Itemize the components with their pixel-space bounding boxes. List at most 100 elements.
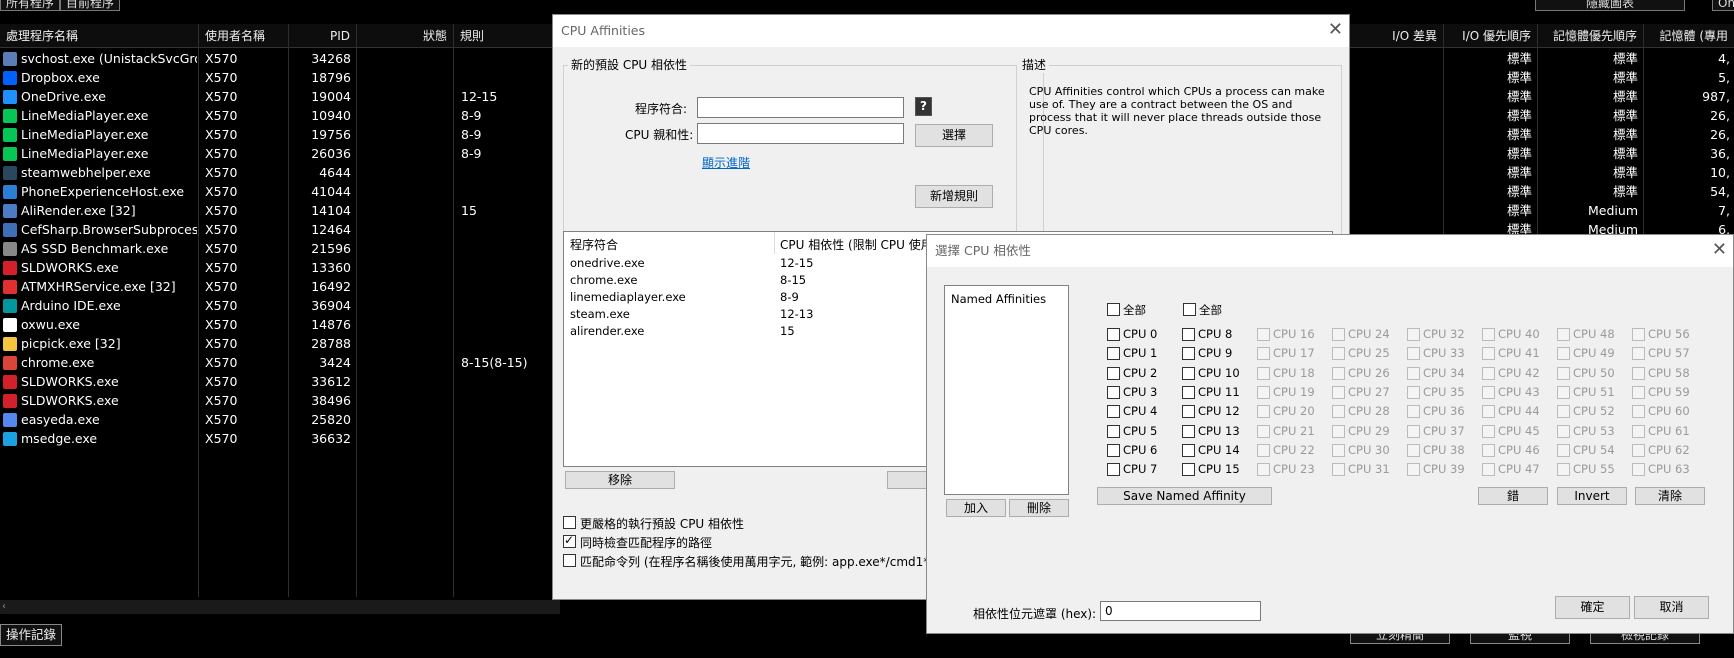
- hide-graph-button[interactable]: 隱藏圖表: [1535, 0, 1685, 11]
- help-icon[interactable]: ?: [915, 97, 932, 116]
- pid-cell: 28788: [311, 336, 351, 351]
- cpu-checkbox[interactable]: [1107, 463, 1120, 477]
- list-item-process[interactable]: onedrive.exe: [570, 256, 645, 270]
- add-rule-button[interactable]: 新增規則: [915, 185, 993, 208]
- strict-default-affinity-checkbox[interactable]: [563, 516, 576, 529]
- cpu-checkbox[interactable]: [1107, 405, 1120, 419]
- scroll-left-icon[interactable]: ‹: [2, 601, 6, 612]
- cpu-checkbox[interactable]: [1107, 328, 1120, 341]
- cpu-checkbox[interactable]: [1182, 463, 1195, 477]
- pid-cell: 14104: [311, 203, 351, 218]
- cpu-checkbox[interactable]: [1107, 385, 1120, 399]
- clear-button[interactable]: 清除: [1635, 487, 1705, 505]
- col-memory-priority[interactable]: 記憶體優先順序: [1538, 24, 1644, 48]
- col-memory-private[interactable]: 記憶體 (專用: [1644, 24, 1734, 48]
- cpu-label: CPU 48: [1573, 327, 1615, 341]
- user-name-cell: X570: [205, 279, 238, 294]
- col-user-name[interactable]: 使用者名稱: [199, 24, 289, 48]
- user-name-cell: X570: [205, 108, 238, 123]
- cpu-checkbox[interactable]: [1182, 424, 1195, 438]
- cpu-checkbox: [1557, 366, 1570, 380]
- col-pid[interactable]: PID: [289, 24, 357, 48]
- ok-button[interactable]: 確定: [1555, 596, 1630, 619]
- close-icon[interactable]: ✕: [1328, 15, 1343, 47]
- cpu-checkbox: [1482, 405, 1495, 419]
- select-all-checkbox-2[interactable]: [1183, 303, 1196, 316]
- dialog-title: 選擇 CPU 相依性: [927, 235, 1733, 267]
- top-right-button[interactable]: One: [1712, 0, 1734, 11]
- tab-all-processes[interactable]: 所有程序: [0, 0, 61, 11]
- cpu-checkbox[interactable]: [1182, 385, 1195, 399]
- remove-button[interactable]: 移除: [565, 471, 675, 489]
- process-name-cell: svchost.exe (UnistackSvcGrou...: [21, 51, 197, 66]
- cpu-checkbox[interactable]: [1182, 443, 1195, 457]
- cpu-label: CPU 11: [1198, 384, 1240, 399]
- cancel-button[interactable]: 取消: [1634, 596, 1709, 619]
- list-item-affinity[interactable]: 8-9: [780, 290, 799, 304]
- cpu-affinity-input[interactable]: [697, 123, 904, 144]
- not-button[interactable]: 錯: [1478, 487, 1548, 505]
- select-button[interactable]: 選擇: [915, 124, 993, 147]
- list-header-affinity[interactable]: CPU 相依性 (限制 CPU 使用): [780, 236, 937, 253]
- user-name-cell: X570: [205, 336, 238, 351]
- pid-cell: 21596: [311, 241, 351, 256]
- process-icon: [3, 128, 17, 142]
- cpu-checkbox: [1632, 405, 1645, 419]
- rule-cell: [461, 315, 551, 334]
- cpu-checkbox[interactable]: [1182, 366, 1195, 380]
- save-named-affinity-button[interactable]: Save Named Affinity: [1097, 487, 1272, 505]
- col-status[interactable]: 狀態: [357, 24, 454, 48]
- cpu-label: CPU 23: [1273, 462, 1315, 477]
- process-match-input[interactable]: [697, 97, 904, 118]
- cpu-label: CPU 21: [1273, 423, 1315, 438]
- cpu-checkbox[interactable]: [1107, 443, 1120, 457]
- list-item-affinity[interactable]: 12-13: [780, 307, 813, 321]
- cpu-checkbox[interactable]: [1107, 424, 1120, 438]
- list-item-process[interactable]: alirender.exe: [570, 324, 644, 338]
- tab-current-processes[interactable]: 目前程序: [60, 0, 121, 11]
- show-advanced-link[interactable]: 顯示進階: [702, 154, 750, 171]
- affinity-mask-input[interactable]: 0: [1100, 601, 1261, 621]
- col-process-name[interactable]: 處理程序名稱: [0, 24, 199, 48]
- list-header-divider: [774, 232, 775, 254]
- list-item-process[interactable]: chrome.exe: [570, 273, 637, 287]
- process-name-cell: LineMediaPlayer.exe: [21, 146, 149, 161]
- invert-button[interactable]: Invert: [1557, 487, 1627, 505]
- cpu-label: CPU 9: [1198, 346, 1233, 361]
- match-cmdline-checkbox[interactable]: [563, 554, 576, 567]
- horizontal-scrollbar[interactable]: ‹: [0, 600, 560, 614]
- cpu-checkbox[interactable]: [1182, 328, 1195, 341]
- named-affinities-list[interactable]: Named Affinities: [944, 285, 1069, 495]
- list-item-affinity[interactable]: 15: [780, 324, 795, 338]
- cpu-label: CPU 7: [1123, 462, 1158, 477]
- list-item-affinity[interactable]: 8-15: [780, 273, 806, 287]
- cpu-checkbox[interactable]: [1107, 366, 1120, 380]
- add-named-button[interactable]: 加入: [946, 499, 1006, 517]
- list-header-process[interactable]: 程序符合: [570, 236, 618, 253]
- list-item-process[interactable]: steam.exe: [570, 307, 630, 321]
- rule-cell: [461, 410, 551, 429]
- cpu-checkbox[interactable]: [1182, 405, 1195, 419]
- close-icon[interactable]: ✕: [1712, 235, 1727, 267]
- memory-private-cell: 10,: [1710, 165, 1730, 180]
- memory-priority-cell: 標準: [1612, 51, 1638, 66]
- check-path-checkbox[interactable]: [563, 533, 576, 548]
- select-all-checkbox-1[interactable]: [1107, 303, 1120, 316]
- select-all-label-2: 全部: [1199, 303, 1222, 317]
- delete-named-button[interactable]: 刪除: [1009, 499, 1069, 517]
- cpu-checkbox[interactable]: [1182, 347, 1195, 361]
- col-io-priority[interactable]: I/O 優先順序: [1444, 24, 1538, 48]
- cpu-checkbox: [1407, 328, 1420, 341]
- list-item-affinity[interactable]: 12-15: [780, 256, 813, 270]
- col-rule[interactable]: 規則: [454, 24, 554, 48]
- process-name-cell: Arduino IDE.exe: [21, 298, 121, 313]
- user-name-cell: X570: [205, 298, 238, 313]
- rule-cell: [461, 429, 551, 448]
- cpu-checkbox[interactable]: [1107, 347, 1120, 361]
- list-item-process[interactable]: linemediaplayer.exe: [570, 290, 686, 304]
- tab-action-log[interactable]: 操作記錄: [0, 624, 63, 646]
- user-name-cell: X570: [205, 89, 238, 104]
- col-io-delta[interactable]: I/O 差異: [1360, 24, 1444, 48]
- memory-private-cell: 4,: [1718, 51, 1730, 66]
- memory-priority-cell: 標準: [1612, 89, 1638, 104]
